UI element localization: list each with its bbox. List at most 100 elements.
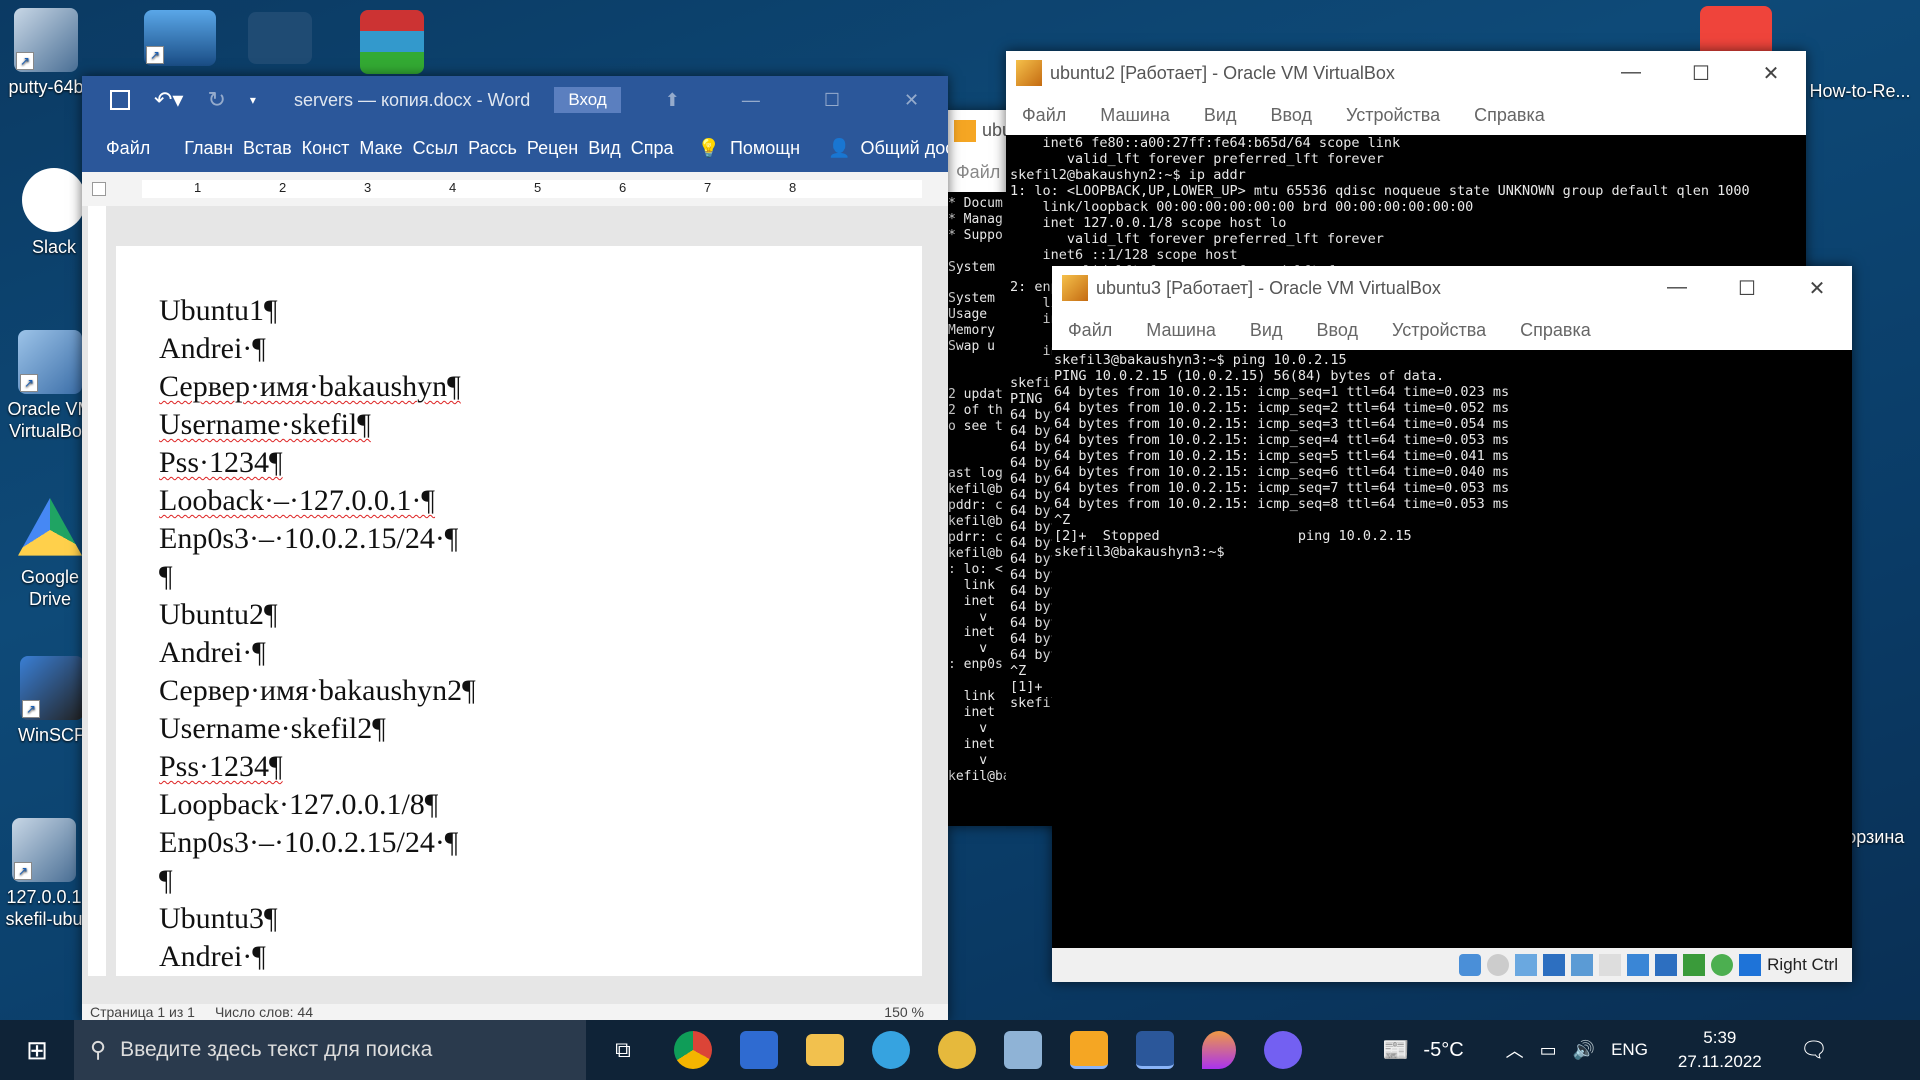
notification-icon[interactable]: 🗨 [1800,1037,1828,1063]
document-paragraph[interactable]: Enp0s3·–·10.0.2.15/24·¶ [159,520,922,558]
display-icon[interactable] [1627,954,1650,976]
menu-file[interactable]: Файл [956,162,1000,182]
save-app-icon[interactable] [740,1031,778,1069]
close-icon[interactable]: ✕ [904,90,919,111]
virtualbox-taskbar-icon[interactable] [1070,1031,1108,1069]
file-explorer-icon[interactable] [806,1034,844,1066]
menu-machine[interactable]: Машина [1100,105,1170,126]
task-view-icon[interactable]: ⧉ [586,1037,660,1063]
tab-review[interactable]: Рецен [527,138,578,159]
storage-icon[interactable] [1459,954,1482,976]
share-person-icon[interactable]: 👤 [828,138,850,159]
chevron-up-icon[interactable]: ︿ [1506,1037,1524,1063]
menu-view[interactable]: Вид [1250,320,1283,341]
desktop-icon-unknown-2[interactable] [230,12,330,68]
start-windows-icon[interactable]: ⊞ [0,1035,74,1066]
maximize-icon[interactable]: ☐ [824,90,840,111]
network-icon[interactable] [1543,954,1566,976]
ubuntu2-titlebar[interactable]: ubuntu2 [Работает] - Oracle VM VirtualBo… [1006,51,1806,95]
tab-design[interactable]: Конст [302,138,350,159]
menu-file[interactable]: Файл [1068,320,1112,341]
game-app-icon[interactable] [938,1031,976,1069]
document-paragraph[interactable]: Andrei·¶ [159,634,922,672]
tab-selector[interactable] [92,182,106,196]
paint-drop-icon[interactable] [1202,1031,1236,1069]
close-icon[interactable]: ✕ [1736,61,1806,86]
document-page[interactable]: Ubuntu1¶ Andrei·¶ Сервер·имя·bakaushyn¶ Use… [116,246,922,976]
maximize-icon[interactable]: ☐ [1712,276,1782,301]
box-app-icon[interactable] [1004,1031,1042,1069]
app-24-icon[interactable] [872,1031,910,1069]
tab-file[interactable]: Файл [106,138,150,159]
tab-home[interactable]: Главн [184,138,233,159]
menu-help[interactable]: Справка [1520,320,1591,341]
document-paragraph[interactable]: Pss·1234¶ [159,444,922,482]
viber-icon[interactable] [1264,1031,1302,1069]
weather-temp[interactable]: -5°C [1423,1039,1463,1062]
menu-input[interactable]: Ввод [1317,320,1358,341]
menu-devices[interactable]: Устройства [1392,320,1486,341]
word-taskbar-icon[interactable] [1136,1031,1174,1069]
tab-layout[interactable]: Маке [359,138,402,159]
tab-help[interactable]: Спра [631,138,674,159]
clock[interactable]: 5:39 27.11.2022 [1678,1026,1762,1074]
battery-icon[interactable]: ▭ [1540,1040,1557,1061]
signin-button[interactable]: Вход [554,87,621,113]
menu-view[interactable]: Вид [1204,105,1237,126]
search-box[interactable]: ⚲ Введите здесь текст для поиска [74,1020,586,1080]
desktop-icon-putty-session[interactable]: ↗ 127.0.0.1 skefil-ubu [0,818,94,930]
document-paragraph[interactable]: Ubuntu1¶ [159,292,922,330]
document-paragraph[interactable]: Andrei·¶ [159,330,922,368]
ubuntu3-terminal[interactable]: skefil3@bakaushyn3:~$ ping 10.0.2.15 PING… [1052,350,1852,948]
ribbon-display-options-icon[interactable]: ⬆ [665,90,680,111]
horizontal-ruler[interactable]: 1 2 3 4 5 6 7 8 [82,172,948,206]
document-paragraph[interactable]: Andrei·¶ [159,938,922,976]
shared-folders-icon[interactable] [1599,954,1622,976]
redo-icon[interactable]: ↻ [207,87,225,113]
maximize-icon[interactable]: ☐ [1666,61,1736,86]
audio-icon[interactable] [1515,954,1538,976]
desktop-icon-winrar[interactable] [342,10,442,78]
undo-icon[interactable]: ↶▾ [154,87,183,113]
document-paragraph[interactable]: Loopback·127.0.0.1/8¶ [159,786,922,824]
optical-drive-icon[interactable] [1487,954,1510,976]
document-paragraph[interactable]: Сервер·имя·bakaushyn¶ [159,368,922,406]
share-button[interactable]: Общий доступ [860,138,948,159]
desktop-icon-howto[interactable]: How-to-Re... [1800,40,1920,102]
close-icon[interactable]: ✕ [1782,276,1852,301]
customize-qat-icon[interactable]: ▾ [250,93,256,107]
document-paragraph[interactable]: Username·skefil2¶ [159,710,922,748]
menu-devices[interactable]: Устройства [1346,105,1440,126]
document-paragraph[interactable]: Looback·–·127.0.0.1·¶ [159,482,922,520]
video-capture-icon[interactable] [1655,954,1678,976]
word-titlebar[interactable]: ↶▾ ↻ ▾ servers — копия.docx - Word Вход … [82,76,948,124]
keyboard-icon[interactable] [1739,954,1762,976]
minimize-icon[interactable]: — [1642,276,1712,301]
menu-machine[interactable]: Машина [1146,320,1216,341]
minimize-icon[interactable]: — [1596,61,1666,86]
usb-icon[interactable] [1571,954,1594,976]
tab-mailings[interactable]: Рассь [468,138,517,159]
cpu-icon[interactable] [1683,954,1706,976]
word-window[interactable]: ↶▾ ↻ ▾ servers — копия.docx - Word Вход … [82,76,948,1022]
news-icon[interactable]: 📰 [1382,1037,1409,1063]
document-paragraph[interactable]: Ubuntu3¶ [159,900,922,938]
menu-help[interactable]: Справка [1474,105,1545,126]
tab-view[interactable]: Вид [588,138,621,159]
ubuntu3-window[interactable]: ubuntu3 [Работает] - Oracle VM VirtualBo… [1052,266,1852,982]
document-body[interactable]: Ubuntu1¶ Andrei·¶ Сервер·имя·bakaushyn¶ Use… [159,292,922,976]
tab-insert[interactable]: Встав [243,138,292,159]
menu-input[interactable]: Ввод [1271,105,1312,126]
document-paragraph[interactable]: Enp0s3·–·10.0.2.15/24·¶ [159,824,922,862]
document-paragraph[interactable]: ¶ [159,862,922,900]
tab-references[interactable]: Ссыл [413,138,458,159]
desktop-icon-unknown-1[interactable]: ↗ [130,10,230,70]
document-paragraph[interactable]: Ubuntu2¶ [159,596,922,634]
document-paragraph[interactable]: ¶ [159,558,922,596]
lightbulb-icon[interactable]: 💡 [698,138,720,159]
vertical-ruler[interactable] [88,206,106,976]
save-icon[interactable] [110,90,130,110]
document-paragraph[interactable]: Сервер·имя·bakaushyn2¶ [159,672,922,710]
document-paragraph[interactable]: Username·skefil¶ [159,406,922,444]
volume-icon[interactable]: 🔊 [1573,1040,1595,1061]
